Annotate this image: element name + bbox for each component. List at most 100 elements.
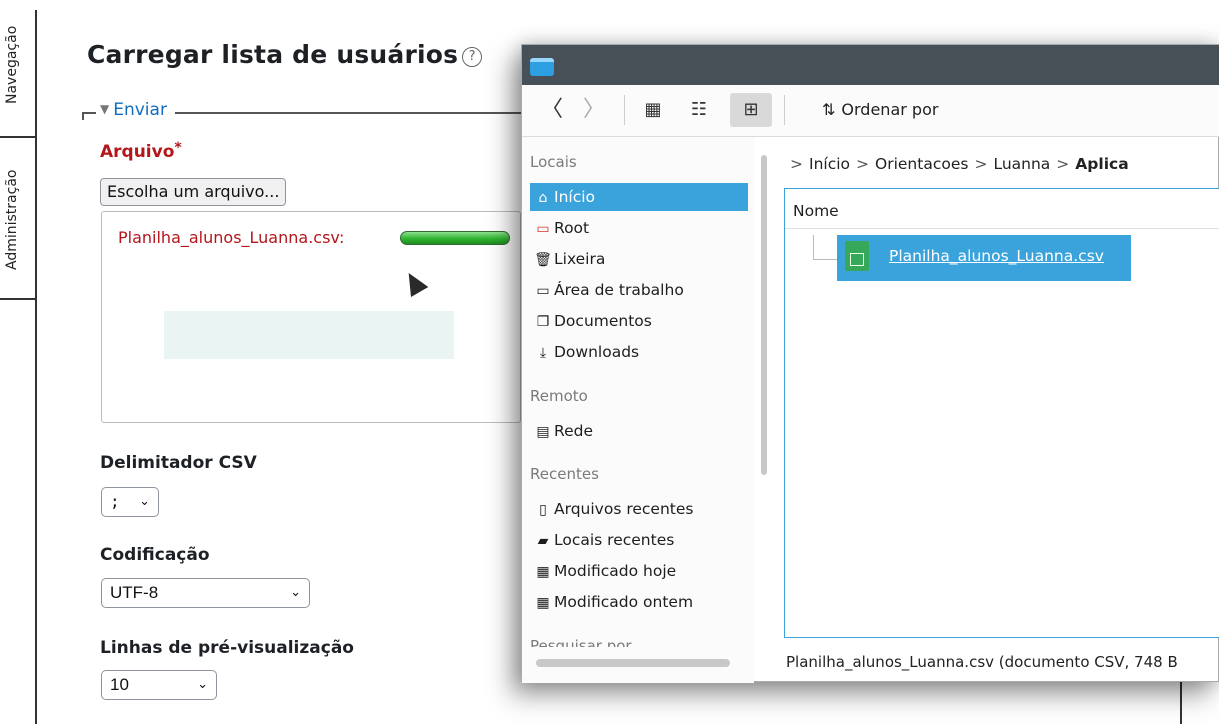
file-label-text: Arquivo bbox=[100, 142, 175, 162]
breadcrumb-separator: > bbox=[856, 155, 870, 173]
documents-icon: ❐ bbox=[536, 314, 550, 330]
sidebar-item-root[interactable]: ▭ Root bbox=[530, 214, 748, 242]
sort-icon: ⇅ bbox=[822, 100, 836, 119]
sort-by-button[interactable]: ⇅ Ordenar por bbox=[822, 93, 938, 127]
breadcrumb-item[interactable]: Luanna bbox=[993, 155, 1050, 173]
calendar-icon: ▦ bbox=[536, 595, 550, 611]
file-name: Planilha_alunos_Luanna.csv bbox=[889, 247, 1104, 265]
page-title-text: Carregar lista de usuários bbox=[87, 40, 459, 69]
chevron-left-icon[interactable]: 〈 bbox=[536, 93, 568, 127]
list-view-icon[interactable]: ☷ bbox=[682, 93, 716, 127]
remote-heading: Remoto bbox=[530, 387, 588, 405]
recent-files-icon: ▯ bbox=[539, 502, 547, 518]
preview-rows-label: Linhas de pré-visualização bbox=[100, 638, 354, 658]
download-icon: ⤓ bbox=[539, 345, 547, 361]
calendar-icon: ▦ bbox=[536, 564, 550, 580]
sidebar-item-modified-yesterday[interactable]: ▦ Modificado ontem bbox=[530, 588, 748, 616]
sidebar-item-label: Downloads bbox=[554, 343, 640, 361]
sidebar-item-label: Modificado hoje bbox=[554, 562, 677, 580]
strip-border bbox=[35, 10, 37, 724]
breadcrumb-item[interactable]: Orientacoes bbox=[875, 155, 968, 173]
sidebar-item-recent-files[interactable]: ▯ Arquivos recentes bbox=[530, 495, 748, 523]
csv-delimiter-select[interactable]: ; ⌄ bbox=[101, 487, 159, 517]
trash-icon: 🗑 bbox=[534, 252, 552, 268]
breadcrumb-item[interactable]: Início bbox=[809, 155, 850, 173]
sidebar-item-label: Root bbox=[554, 219, 590, 237]
sidebar-item-downloads[interactable]: ⤓ Downloads bbox=[530, 338, 748, 366]
toolbar-separator bbox=[784, 95, 785, 125]
left-tab-strip: Navegação Administração bbox=[0, 0, 37, 724]
csv-delimiter-label: Delimitador CSV bbox=[100, 453, 257, 473]
desktop-icon: ▭ bbox=[536, 283, 550, 299]
sidebar-item-trash[interactable]: 🗑 Lixeira bbox=[530, 245, 748, 273]
sidebar-item-network[interactable]: ▤ Rede bbox=[530, 417, 748, 445]
search-heading: Pesquisar por bbox=[530, 637, 632, 647]
preview-rows-value: 10 bbox=[110, 675, 129, 694]
chevron-down-icon: ⌄ bbox=[290, 585, 301, 600]
folder-red-icon: ▭ bbox=[536, 221, 550, 237]
sidebar-item-recent-locations[interactable]: ▰ Locais recentes bbox=[530, 526, 748, 554]
encoding-select[interactable]: UTF-8 ⌄ bbox=[101, 578, 310, 608]
tree-line bbox=[813, 259, 839, 260]
recent-locations-icon: ▰ bbox=[537, 533, 549, 549]
dialog-titlebar[interactable] bbox=[522, 45, 1219, 85]
breadcrumb: > Início > Orientacoes > Luanna > Aplica bbox=[790, 155, 1129, 173]
upload-progress-bar bbox=[400, 231, 510, 245]
choose-file-button[interactable]: Escolha um arquivo... bbox=[100, 178, 287, 206]
sidebar-item-label: Início bbox=[554, 188, 596, 206]
tree-line bbox=[813, 235, 814, 259]
home-icon: ⌂ bbox=[538, 190, 548, 206]
tab-divider bbox=[0, 136, 36, 138]
tab-administration[interactable]: Administração bbox=[4, 150, 28, 270]
chevron-down-icon: ⌄ bbox=[139, 494, 150, 509]
sidebar-item-modified-today[interactable]: ▦ Modificado hoje bbox=[530, 557, 748, 585]
legend-text: Enviar bbox=[113, 100, 167, 120]
uploading-file-name: Planilha_alunos_Luanna.csv: bbox=[118, 228, 345, 247]
sidebar-horizontal-scrollbar[interactable] bbox=[536, 659, 730, 667]
required-asterisk: * bbox=[174, 140, 182, 156]
collapse-triangle-icon: ▼ bbox=[100, 102, 110, 116]
breadcrumb-separator: > bbox=[1056, 155, 1070, 173]
sidebar-item-label: Rede bbox=[554, 422, 593, 440]
tree-view-icon[interactable]: ⊞ bbox=[730, 93, 772, 127]
grid-view-icon[interactable]: ▦ bbox=[636, 93, 670, 127]
file-chooser-dialog: 〈 〉 ▦ ☷ ⊞ ⇅ Ordenar por Locais ⌂ Início ▭ R… bbox=[521, 44, 1219, 683]
sidebar-item-label: Locais recentes bbox=[554, 531, 675, 549]
sidebar-item-label: Área de trabalho bbox=[554, 281, 684, 299]
places-sidebar: Locais ⌂ Início ▭ Root 🗑 Lixeira ▭ Área de t… bbox=[522, 137, 754, 683]
chevron-right-icon[interactable]: 〉 bbox=[578, 93, 610, 127]
column-header-name[interactable]: Nome bbox=[785, 189, 1219, 229]
breadcrumb-separator: > bbox=[974, 155, 988, 173]
recent-heading: Recentes bbox=[530, 465, 599, 483]
sidebar-item-label: Modificado ontem bbox=[554, 593, 694, 611]
question-circle-icon[interactable]: ? bbox=[462, 47, 483, 67]
network-icon: ▤ bbox=[536, 424, 550, 440]
preview-rows-select[interactable]: 10 ⌄ bbox=[101, 670, 217, 700]
tab-navigation[interactable]: Navegação bbox=[4, 14, 28, 104]
fieldset-legend[interactable]: ▼ Enviar bbox=[96, 100, 175, 120]
sidebar-item-desktop[interactable]: ▭ Área de trabalho bbox=[530, 276, 748, 304]
sidebar-item-documents[interactable]: ❐ Documentos bbox=[530, 307, 748, 335]
spreadsheet-icon bbox=[845, 241, 869, 271]
folder-app-icon bbox=[530, 58, 554, 76]
breadcrumb-current[interactable]: Aplica bbox=[1075, 155, 1128, 173]
status-bar: Planilha_alunos_Luanna.csv (documento CS… bbox=[786, 653, 1178, 671]
sidebar-item-label: Documentos bbox=[554, 312, 652, 330]
file-label: Arquivo* bbox=[100, 140, 182, 162]
sidebar-item-label: Arquivos recentes bbox=[554, 500, 694, 518]
csv-delimiter-value: ; bbox=[110, 492, 120, 511]
page-title: Carregar lista de usuários? bbox=[87, 40, 483, 69]
chevron-down-icon: ⌄ bbox=[197, 677, 208, 692]
file-row[interactable]: Planilha_alunos_Luanna.csv bbox=[837, 235, 1131, 281]
breadcrumb-separator: > bbox=[790, 155, 803, 173]
encoding-value: UTF-8 bbox=[110, 583, 159, 602]
drag-ghost-file bbox=[164, 311, 454, 359]
sidebar-item-home[interactable]: ⌂ Início bbox=[530, 183, 748, 211]
places-heading: Locais bbox=[530, 153, 577, 171]
dialog-toolbar: 〈 〉 ▦ ☷ ⊞ ⇅ Ordenar por bbox=[522, 85, 1219, 137]
tab-divider bbox=[0, 298, 36, 300]
sidebar-vertical-scrollbar[interactable] bbox=[761, 155, 767, 475]
file-list-panel: Nome Planilha_alunos_Luanna.csv bbox=[784, 188, 1219, 638]
encoding-label: Codificação bbox=[100, 545, 210, 565]
toolbar-separator bbox=[624, 95, 625, 125]
